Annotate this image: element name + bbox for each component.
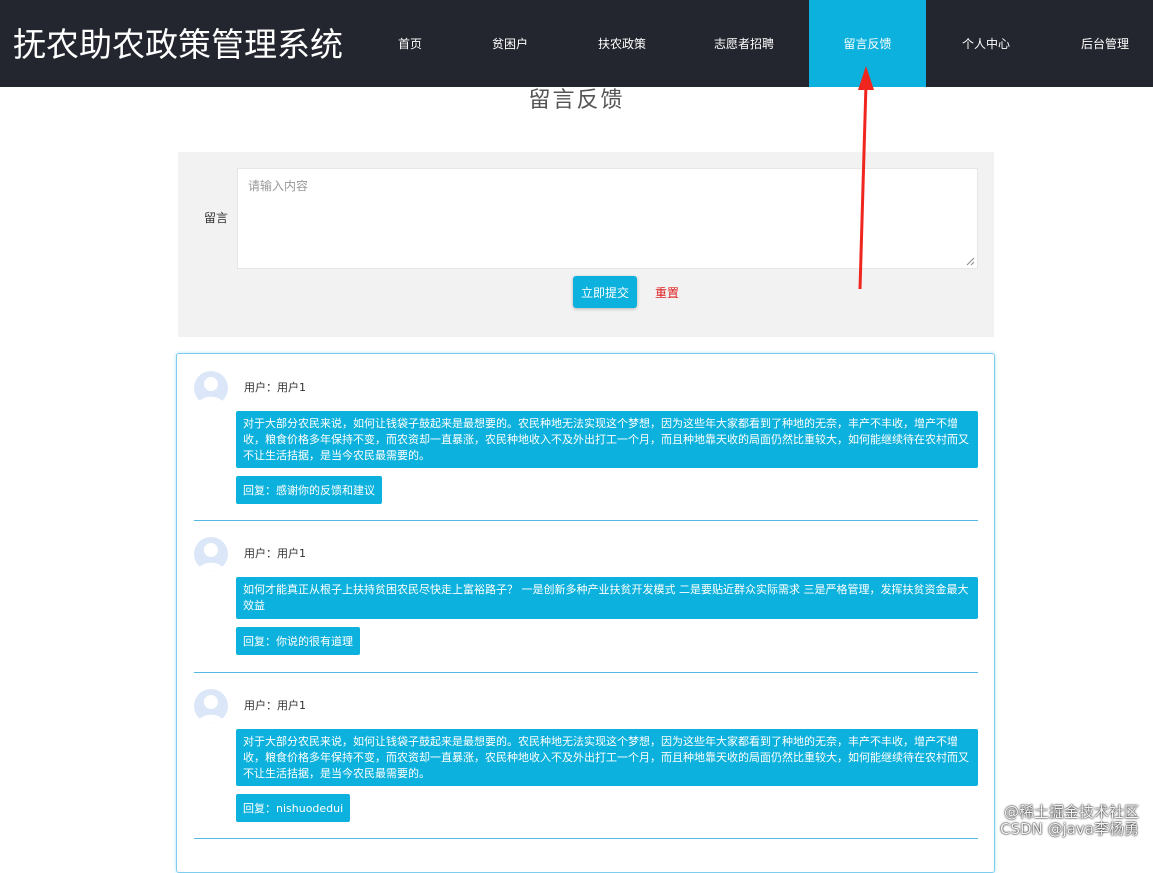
message-content: 如何才能真正从根子上扶持贫困农民尽快走上富裕路子？ 一是创新多种产业扶贫开发模式… [236, 577, 978, 619]
nav-poor-households[interactable]: 贫困户 [462, 0, 558, 87]
admin-reply: 回复：你说的很有道理 [236, 627, 360, 655]
avatar [194, 537, 228, 571]
nav-feedback[interactable]: 留言反馈 [809, 0, 926, 87]
nav-home[interactable]: 首页 [362, 0, 458, 87]
resize-handle-icon[interactable] [965, 256, 975, 266]
message-list: 用户：用户1 对于大部分农民来说，如何让钱袋子鼓起来是最想要的。农民种地无法实现… [176, 353, 995, 873]
message-field-label: 留言 [204, 211, 229, 225]
message-input[interactable] [237, 168, 978, 269]
nav-personal-center[interactable]: 个人中心 [938, 0, 1034, 87]
avatar [194, 689, 228, 723]
divider [194, 838, 978, 839]
reset-button[interactable]: 重置 [655, 284, 679, 301]
user-avatar-icon [198, 543, 224, 571]
submit-button[interactable]: 立即提交 [573, 276, 637, 308]
divider [194, 672, 978, 673]
nav-volunteer-recruitment[interactable]: 志愿者招聘 [696, 0, 792, 87]
page-title: 留言反馈 [528, 88, 625, 113]
nav-farm-policy[interactable]: 扶农政策 [574, 0, 670, 87]
avatar [194, 371, 228, 405]
admin-reply: 回复：感谢你的反馈和建议 [236, 476, 382, 504]
nav-admin[interactable]: 后台管理 [1057, 0, 1153, 87]
admin-reply: 回复：nishuodedui [236, 794, 351, 822]
message-username: 用户：用户1 [244, 547, 306, 560]
message-content: 对于大部分农民来说，如何让钱袋子鼓起来是最想要的。农民种地无法实现这个梦想，因为… [236, 729, 978, 786]
user-avatar-icon [198, 695, 224, 723]
message-username: 用户：用户1 [244, 699, 306, 712]
divider [194, 520, 978, 521]
app-title: 抚农助农政策管理系统 [13, 25, 343, 64]
message-username: 用户：用户1 [244, 381, 306, 394]
user-avatar-icon [198, 377, 224, 405]
watermark-line-2: CSDN @java李杨勇 [1000, 820, 1139, 838]
message-content: 对于大部分农民来说，如何让钱袋子鼓起来是最想要的。农民种地无法实现这个梦想，因为… [236, 411, 978, 468]
